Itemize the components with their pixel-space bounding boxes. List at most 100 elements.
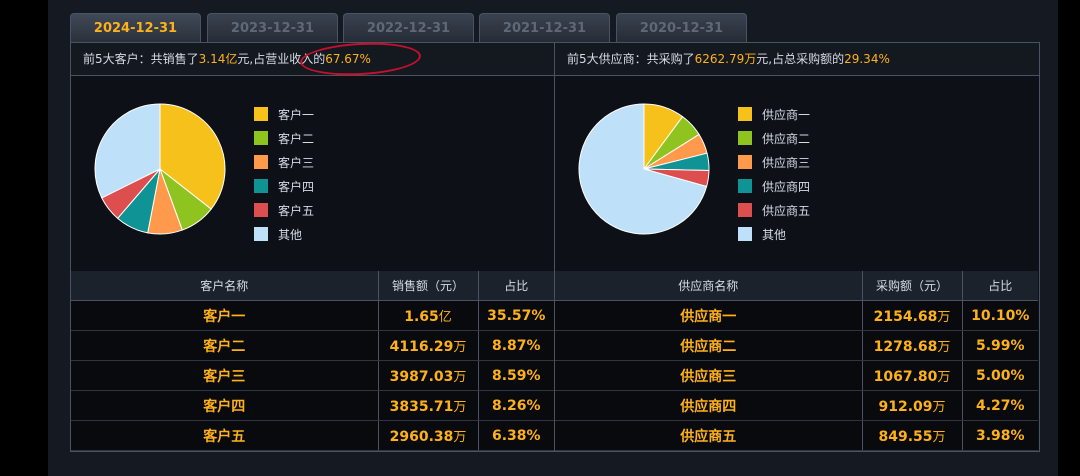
- sales-amount: 2960.38万: [378, 420, 479, 451]
- table-row: 客户一 1.65亿 35.57%: [71, 300, 554, 331]
- legend-label: 供应商三: [762, 155, 811, 170]
- amount-unit: 万: [937, 370, 951, 385]
- legend-swatch: [738, 203, 752, 217]
- share-pct: 10.10%: [962, 300, 1038, 331]
- amount-unit: 万: [937, 340, 951, 355]
- customers-table: 客户名称 销售额（元） 占比 客户一 1.65亿 35.57% 客户二 4116…: [71, 271, 554, 451]
- supplier-name: 供应商四: [555, 390, 863, 421]
- table-row: 客户五 2960.38万 6.38%: [71, 420, 554, 451]
- supplier-name: 供应商五: [555, 420, 863, 451]
- table-row: 客户二 4116.29万 8.87%: [71, 330, 554, 361]
- table-row: 供应商二 1278.68万 5.99%: [555, 330, 1038, 361]
- suppliers-legend: 供应商一 供应商二 供应商三 供应商四 供应商五 其他: [738, 102, 810, 246]
- tab-2022-12-31[interactable]: 2022-12-31: [343, 13, 474, 42]
- legend-item: 客户五: [254, 198, 314, 222]
- customer-name: 客户三: [71, 360, 379, 391]
- table-row: 供应商三 1067.80万 5.00%: [555, 360, 1038, 391]
- amount-value: 849.55: [878, 429, 933, 445]
- legend-item: 供应商四: [738, 174, 810, 198]
- supplier-name: 供应商一: [555, 300, 863, 331]
- share-pct: 3.98%: [962, 420, 1038, 451]
- purchase-amount: 849.55万: [862, 420, 963, 451]
- legend-swatch: [254, 227, 268, 241]
- legend-label: 客户二: [278, 131, 315, 146]
- suppliers-summary: 前5大供应商：共采购了6262.79万元,占总采购额的29.34%: [555, 43, 1039, 76]
- legend-label: 客户五: [278, 203, 315, 218]
- sales-amount: 3835.71万: [378, 390, 479, 421]
- customer-name: 客户四: [71, 390, 379, 421]
- legend-label: 客户四: [278, 179, 315, 194]
- amount-unit: 万: [453, 340, 467, 355]
- legend-swatch: [254, 203, 268, 217]
- column-header: 占比: [478, 271, 554, 301]
- legend-label: 客户三: [278, 155, 315, 170]
- column-header: 客户名称: [71, 271, 379, 301]
- purchase-amount: 912.09万: [862, 390, 963, 421]
- suppliers-summary-ratio: 29.34%: [844, 52, 890, 66]
- purchase-amount: 2154.68万: [862, 300, 963, 331]
- legend-swatch: [738, 155, 752, 169]
- suppliers-summary-amount: 6262.79万: [694, 52, 757, 66]
- purchase-amount: 1278.68万: [862, 330, 963, 361]
- tab-2023-12-31[interactable]: 2023-12-31: [207, 13, 338, 42]
- tab-2021-12-31[interactable]: 2021-12-31: [479, 13, 610, 42]
- amount-value: 2154.68: [873, 309, 938, 325]
- amount-unit: 万: [453, 370, 467, 385]
- share-pct: 6.38%: [478, 420, 554, 451]
- suppliers-summary-prefix: 前5大供应商：共采购了: [567, 52, 695, 66]
- legend-item: 客户三: [254, 150, 314, 174]
- customers-summary-amount: 3.14亿: [198, 52, 238, 66]
- amount-value: 2960.38: [389, 429, 454, 445]
- share-pct: 8.59%: [478, 360, 554, 391]
- legend-item: 客户一: [254, 102, 314, 126]
- amount-value: 1067.80: [873, 369, 938, 385]
- share-pct: 4.27%: [962, 390, 1038, 421]
- legend-label: 其他: [278, 227, 303, 242]
- suppliers-pie-chart: [578, 103, 710, 235]
- legend-item: 其他: [254, 222, 314, 246]
- customer-name: 客户五: [71, 420, 379, 451]
- amount-value: 912.09: [878, 399, 933, 415]
- suppliers-panel: 前5大供应商：共采购了6262.79万元,占总采购额的29.34% 供应商一 供…: [555, 42, 1040, 452]
- legend-item: 供应商三: [738, 150, 810, 174]
- table-header-row: 供应商名称 采购额（元） 占比: [555, 271, 1038, 301]
- customer-name: 客户一: [71, 300, 379, 331]
- table-row: 客户四 3835.71万 8.26%: [71, 390, 554, 421]
- tab-2020-12-31[interactable]: 2020-12-31: [616, 13, 747, 42]
- share-pct: 35.57%: [478, 300, 554, 331]
- legend-swatch: [738, 131, 752, 145]
- suppliers-table: 供应商名称 采购额（元） 占比 供应商一 2154.68万 10.10% 供应商…: [555, 271, 1038, 451]
- legend-label: 供应商五: [762, 203, 811, 218]
- supplier-name: 供应商二: [555, 330, 863, 361]
- legend-label: 其他: [762, 227, 787, 242]
- amount-unit: 万: [932, 400, 946, 415]
- amount-unit: 万: [453, 400, 467, 415]
- legend-swatch: [254, 131, 268, 145]
- table-row: 供应商一 2154.68万 10.10%: [555, 300, 1038, 331]
- amount-unit: 万: [453, 430, 467, 445]
- customers-pie-chart: [94, 103, 226, 235]
- column-header: 供应商名称: [555, 271, 863, 301]
- share-pct: 8.87%: [478, 330, 554, 361]
- legend-item: 其他: [738, 222, 810, 246]
- amount-unit: 万: [937, 310, 951, 325]
- table-row: 供应商四 912.09万 4.27%: [555, 390, 1038, 421]
- table-row: 供应商五 849.55万 3.98%: [555, 420, 1038, 451]
- amount-value: 3987.03: [389, 369, 454, 385]
- amount-value: 4116.29: [389, 339, 454, 355]
- customers-legend: 客户一 客户二 客户三 客户四 客户五 其他: [254, 102, 314, 246]
- legend-swatch: [738, 227, 752, 241]
- table-row: 客户三 3987.03万 8.59%: [71, 360, 554, 391]
- column-header: 采购额（元）: [862, 271, 963, 301]
- purchase-amount: 1067.80万: [862, 360, 963, 391]
- legend-label: 供应商二: [762, 131, 811, 146]
- share-pct: 5.99%: [962, 330, 1038, 361]
- customers-panel: 前5大客户：共销售了3.14亿元,占营业收入的67.67% 客户一 客户二 客户…: [70, 39, 555, 452]
- column-header: 销售额（元）: [378, 271, 479, 301]
- supplier-name: 供应商三: [555, 360, 863, 391]
- column-header: 占比: [962, 271, 1038, 301]
- legend-swatch: [738, 179, 752, 193]
- tab-2024-12-31[interactable]: 2024-12-31: [70, 13, 201, 42]
- suppliers-summary-mid: 元,占总采购额的: [756, 52, 845, 66]
- amount-value: 1.65: [404, 309, 439, 325]
